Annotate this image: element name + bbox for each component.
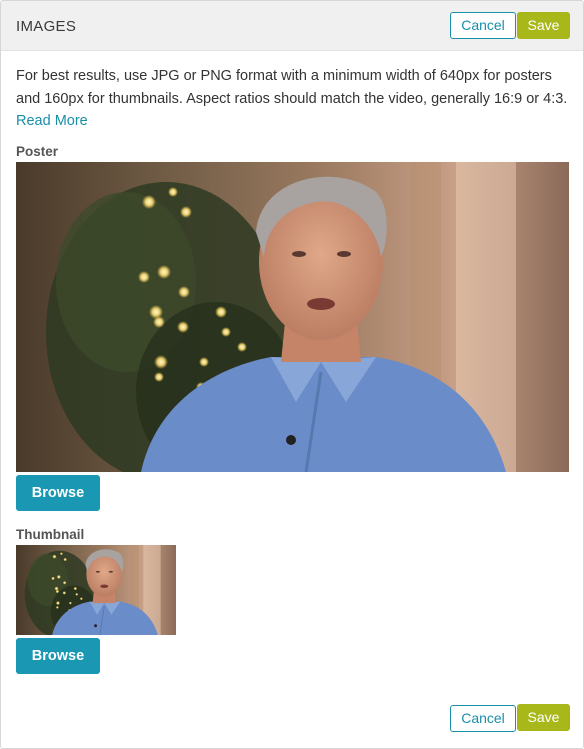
- cancel-button[interactable]: Cancel: [450, 12, 516, 39]
- footer-save-button[interactable]: Save: [517, 704, 570, 731]
- read-more-link[interactable]: Read More: [16, 113, 88, 129]
- footer-cancel-button[interactable]: Cancel: [450, 705, 516, 732]
- image-guidelines: For best results, use JPG or PNG format …: [16, 65, 571, 133]
- save-button[interactable]: Save: [517, 12, 570, 39]
- poster-label: Poster: [16, 144, 59, 159]
- guidelines-text: For best results, use JPG or PNG format …: [16, 68, 568, 107]
- poster-image: [16, 162, 569, 472]
- thumbnail-image: [16, 545, 176, 635]
- images-panel: IMAGES Cancel Save For best results, use…: [0, 0, 584, 749]
- thumbnail-label: Thumbnail: [16, 527, 85, 542]
- panel-title: IMAGES: [16, 18, 77, 35]
- thumbnail-browse-button[interactable]: Browse: [16, 638, 100, 674]
- panel-header: IMAGES Cancel Save: [1, 1, 583, 51]
- poster-browse-button[interactable]: Browse: [16, 475, 100, 511]
